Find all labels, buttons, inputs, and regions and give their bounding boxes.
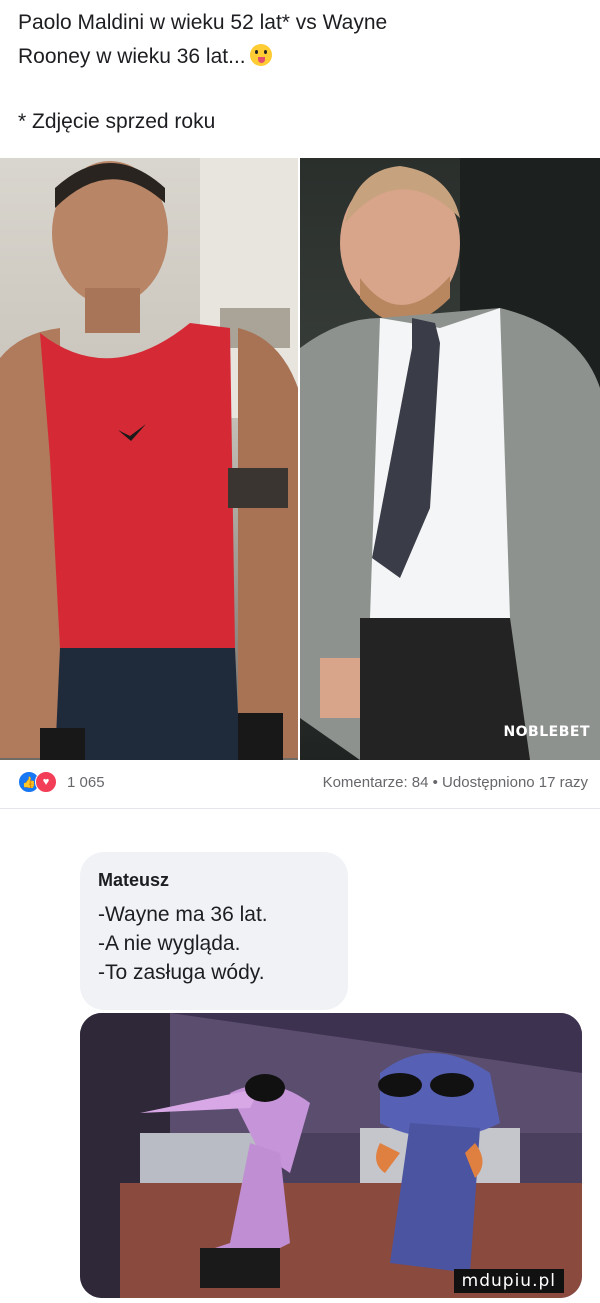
- comments-shares-stats[interactable]: Komentarze: 84 • Udostępniono 17 razy: [323, 774, 588, 791]
- comment-line: -Wayne ma 36 lat.: [98, 903, 268, 926]
- post-text: Paolo Maldini w wieku 52 lat* vs Wayne R…: [18, 6, 578, 74]
- rooney-illustration: [300, 158, 600, 760]
- comment-bubble: Mateusz -Wayne ma 36 lat. -A nie wygląda…: [80, 852, 348, 1010]
- photo-rooney[interactable]: NOBLEBET: [300, 158, 600, 760]
- post-photos[interactable]: NOBLEBET: [0, 158, 600, 760]
- reaction-count[interactable]: 1 065: [67, 774, 105, 791]
- tongue-out-emoji-icon: [249, 44, 272, 66]
- post-text-line-2-text: Rooney w wieku 36 lat...: [18, 45, 246, 68]
- love-icon[interactable]: ♥: [35, 771, 57, 793]
- post-text-line-1: Paolo Maldini w wieku 52 lat* vs Wayne: [18, 11, 388, 34]
- site-watermark: mdupiu.pl: [453, 1269, 564, 1293]
- noblebet-watermark: NOBLEBET: [503, 724, 590, 740]
- cartoon-illustration: [80, 1013, 582, 1298]
- divider: [0, 808, 600, 809]
- maldini-illustration: [0, 158, 298, 760]
- post-text-line-2: Rooney w wieku 36 lat...: [18, 40, 578, 74]
- photo-maldini[interactable]: [0, 158, 298, 760]
- comment-author[interactable]: Mateusz: [98, 870, 169, 891]
- comment-line: -To zasługa wódy.: [98, 961, 265, 984]
- comment-gif[interactable]: mdupiu.pl: [80, 1013, 582, 1298]
- post-footnote: * Zdjęcie sprzed roku: [18, 110, 216, 133]
- reactions-bar: 👍 ♥ 1 065 Komentarze: 84 • Udostępniono …: [18, 768, 588, 796]
- comment-line: -A nie wygląda.: [98, 932, 241, 955]
- comment-body: -Wayne ma 36 lat. -A nie wygląda. -To za…: [98, 900, 268, 987]
